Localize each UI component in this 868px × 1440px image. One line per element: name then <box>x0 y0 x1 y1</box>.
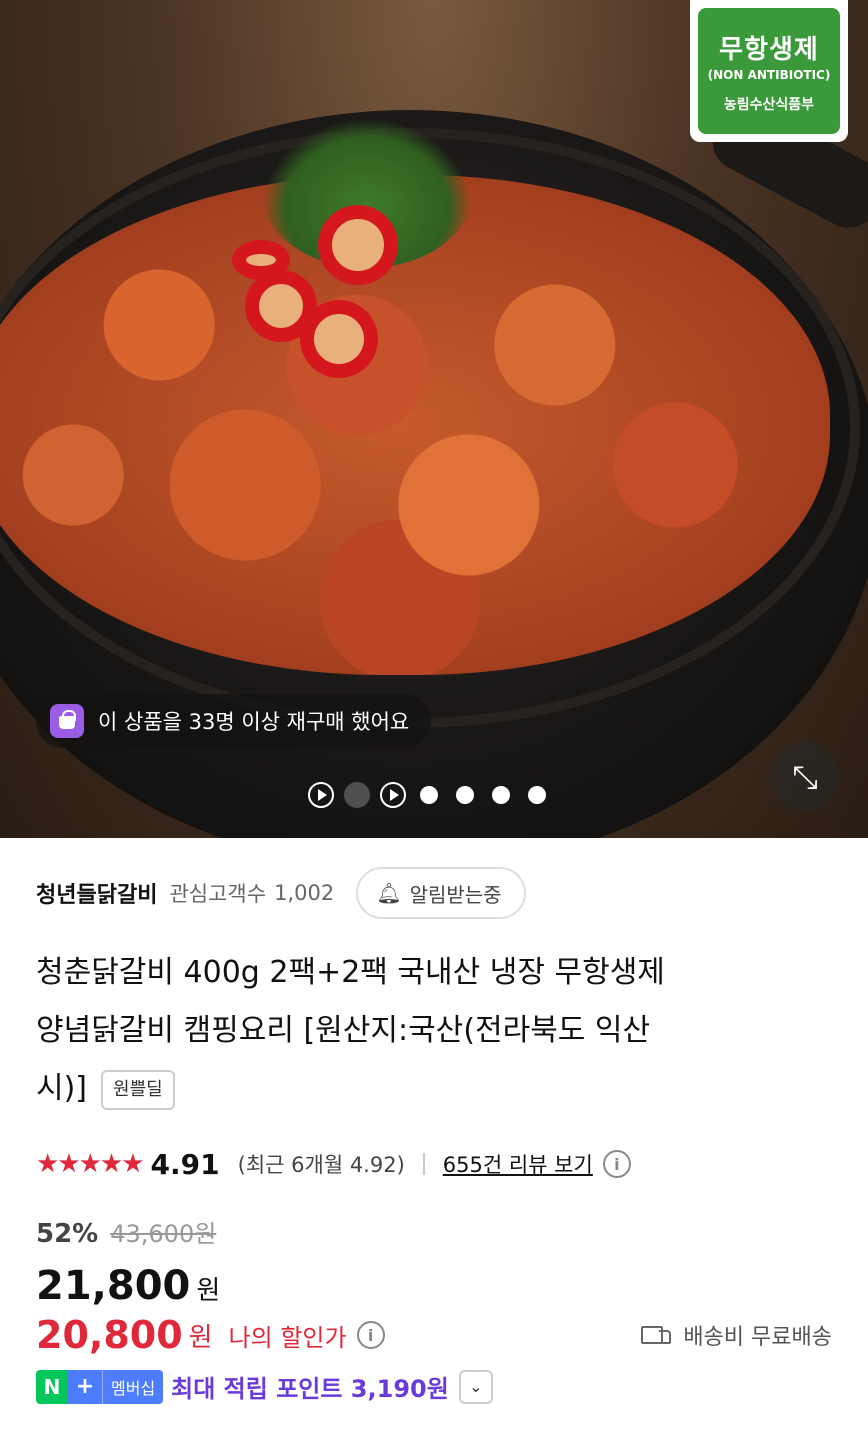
reviews-link[interactable]: 655건 리뷰 보기 <box>443 1149 593 1179</box>
certification-org: 농림수산식품부 <box>723 96 815 113</box>
product-info: 청년들닭갈비 관심고객수 1,002 🔔︎ 알림받는중 청춘닭갈비 400g 2… <box>0 838 868 1404</box>
carousel-dot-active[interactable] <box>344 782 370 808</box>
truck-icon <box>641 1324 672 1346</box>
follower-label: 관심고객수 <box>169 882 267 906</box>
certification-subtitle: (NON ANTIBIOTIC) <box>707 67 831 82</box>
rebuy-notice-text: 이 상품을 33명 이상 재구매 했어요 <box>98 710 410 734</box>
carousel-dot[interactable] <box>420 786 438 804</box>
product-title-line: 양념닭갈비 캠핑요리 [원산지:국산(전라북도 익산 <box>36 1013 651 1048</box>
carousel-dot[interactable] <box>492 786 510 804</box>
rating-stars: ★★★★★ <box>36 1149 145 1179</box>
sale-price-row: 21,800 원 <box>36 1263 832 1309</box>
shopping-bag-icon <box>50 704 84 738</box>
shipping-text: 배송비 무료배송 <box>683 1325 832 1350</box>
antibiotic-free-certification-badge: 무항생제 (NON ANTIBIOTIC) 농림수산식품부 <box>690 0 848 142</box>
notify-subscribe-button[interactable]: 🔔︎ 알림받는중 <box>356 867 526 919</box>
rebuy-notice: 이 상품을 33명 이상 재구매 했어요 <box>36 694 432 748</box>
rating-recent: (최근 6개월 4.92) <box>237 1153 405 1177</box>
food-image-chili <box>318 205 398 285</box>
discount-row: 52% 43,600원 <box>36 1214 832 1249</box>
notify-label: 알림받는중 <box>409 882 502 907</box>
product-title-line: 청춘닭갈비 400g 2팩+2팩 국내산 냉장 무항생제 <box>36 955 665 990</box>
max-points-text: 최대 적립 포인트 3,190원 <box>171 1375 449 1403</box>
food-image-chili <box>300 300 378 378</box>
store-name-link[interactable]: 청년들닭갈비 <box>36 877 157 909</box>
naver-plus-membership-badge: N + 멤버십 <box>36 1369 164 1404</box>
store-row: 청년들닭갈비 관심고객수 1,002 🔔︎ 알림받는중 <box>36 838 832 948</box>
carousel-indicators <box>308 782 550 808</box>
my-price-row: 20,800 원 나의 할인가 i 배송비 무료배송 <box>36 1313 832 1357</box>
expand-icon: ⤡ <box>792 757 818 796</box>
sale-price: 21,800 <box>36 1263 191 1309</box>
membership-label: 멤버십 <box>102 1369 164 1404</box>
original-price: 43,600원 <box>110 1220 217 1248</box>
certification-title: 무항생제 <box>719 34 819 65</box>
promo-tag: 원쁠딜 <box>101 1069 175 1110</box>
my-discount-price: 20,800 <box>36 1313 183 1357</box>
expand-image-button[interactable]: ⤡ <box>770 742 840 812</box>
carousel-dot[interactable] <box>456 786 474 804</box>
points-row: N + 멤버십 최대 적립 포인트 3,190원 ⌄ <box>36 1369 832 1404</box>
points-expand-button[interactable]: ⌄ <box>458 1369 493 1404</box>
product-title-line: 시)] <box>36 1071 88 1106</box>
product-image-carousel[interactable]: 무항생제 (NON ANTIBIOTIC) 농림수산식품부 이 상품을 33명 … <box>0 0 868 838</box>
info-icon[interactable]: i <box>356 1321 385 1349</box>
info-icon[interactable]: i <box>602 1150 631 1178</box>
follower-count: 1,002 <box>274 881 335 905</box>
discount-percent: 52% <box>36 1219 99 1249</box>
video-slide-play-icon[interactable] <box>380 782 406 808</box>
naver-n-logo: N <box>36 1369 68 1404</box>
product-title: 청춘닭갈비 400g 2팩+2팩 국내산 냉장 무항생제 양념닭갈비 캠핑요리 … <box>36 944 832 1118</box>
my-discount-label: 나의 할인가 <box>228 1323 347 1352</box>
my-discount-price-unit: 원 <box>188 1322 213 1353</box>
divider <box>422 1153 425 1175</box>
carousel-dot[interactable] <box>528 786 546 804</box>
rating-row: ★★★★★ 4.91 (최근 6개월 4.92) 655건 리뷰 보기 i <box>36 1144 832 1184</box>
bell-icon: 🔔︎ <box>376 881 402 905</box>
sale-price-unit: 원 <box>196 1276 221 1306</box>
video-slide-play-icon[interactable] <box>308 782 334 808</box>
shipping-info: 배송비 무료배송 <box>641 1319 832 1351</box>
rating-score: 4.91 <box>150 1147 220 1181</box>
plus-logo: + <box>68 1369 102 1404</box>
chevron-down-icon: ⌄ <box>469 1377 483 1396</box>
